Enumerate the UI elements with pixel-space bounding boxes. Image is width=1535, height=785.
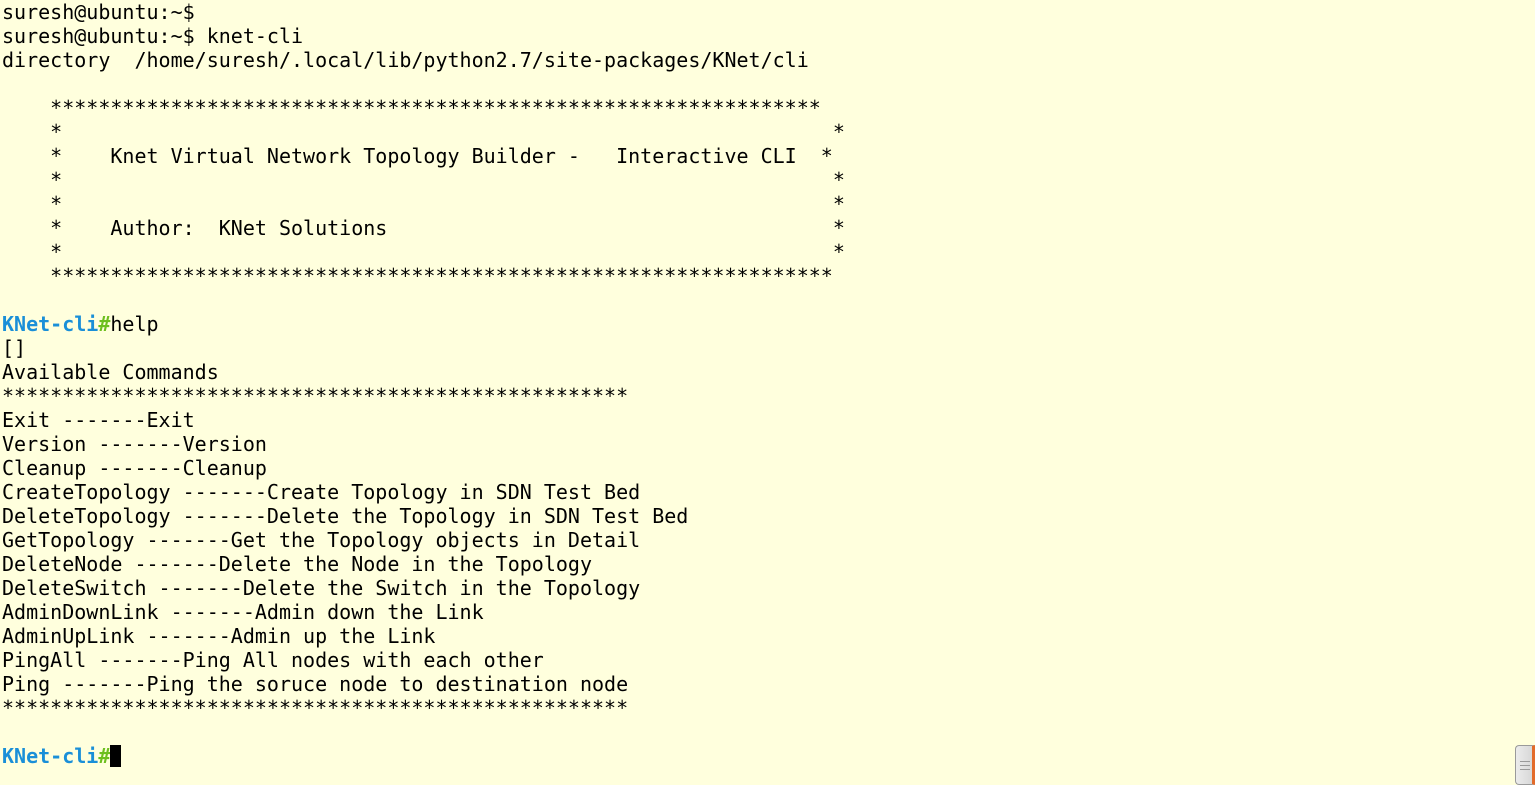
cli-prompt-hash: # — [98, 312, 111, 336]
banner-top-border: ****************************************… — [2, 96, 821, 120]
command-list-item: DeleteTopology -------Delete the Topolog… — [2, 504, 689, 528]
command-list-item: PingAll -------Ping All nodes with each … — [2, 648, 544, 672]
shell-prompt-line: suresh@ubuntu:~$ — [2, 0, 195, 24]
separator-line: ****************************************… — [2, 384, 629, 408]
banner-row: * * — [2, 192, 845, 216]
command-list-item: DeleteNode -------Delete the Node in the… — [2, 552, 593, 576]
banner-row: * * — [2, 168, 845, 192]
directory-output: directory /home/suresh/.local/lib/python… — [2, 48, 809, 72]
command-list-item: AdminUpLink -------Admin up the Link — [2, 624, 436, 648]
separator-line: ****************************************… — [2, 696, 629, 720]
text-cursor — [110, 745, 122, 767]
cli-help-line: KNet-cli#help — [2, 312, 1535, 336]
banner-author: * Author: KNet Solutions * — [2, 216, 845, 240]
grip-line — [1520, 765, 1530, 766]
cli-prompt-name: KNet-cli — [2, 744, 99, 768]
cli-prompt-name: KNet-cli — [2, 312, 99, 336]
command-list-item: Exit -------Exit — [2, 408, 195, 432]
banner-row: * * — [2, 120, 845, 144]
command-list-item: Ping -------Ping the soruce node to dest… — [2, 672, 629, 696]
terminal-window[interactable]: suresh@ubuntu:~$ suresh@ubuntu:~$ knet-c… — [0, 0, 1535, 785]
command-list-item: Cleanup -------Cleanup — [2, 456, 267, 480]
command-list-item: CreateTopology -------Create Topology in… — [2, 480, 641, 504]
shell-command-line: suresh@ubuntu:~$ knet-cli — [2, 24, 304, 48]
banner-row: * * — [2, 240, 845, 264]
cli-active-prompt[interactable]: KNet-cli# — [2, 744, 1535, 768]
banner-bottom-border: ****************************************… — [2, 264, 833, 288]
cli-prompt-hash: # — [98, 744, 111, 768]
grip-line — [1520, 761, 1530, 762]
empty-list-output: [] — [2, 336, 27, 360]
command-list-item: GetTopology -------Get the Topology obje… — [2, 528, 641, 552]
grip-line — [1520, 769, 1530, 770]
banner-title: * Knet Virtual Network Topology Builder … — [2, 144, 833, 168]
cli-entered-command: help — [110, 312, 159, 336]
command-list-item: DeleteSwitch -------Delete the Switch in… — [2, 576, 641, 600]
scrollbar-handle[interactable] — [1515, 745, 1535, 785]
available-commands-heading: Available Commands — [2, 360, 219, 384]
command-list-item: Version -------Version — [2, 432, 267, 456]
command-list-item: AdminDownLink -------Admin down the Link — [2, 600, 484, 624]
